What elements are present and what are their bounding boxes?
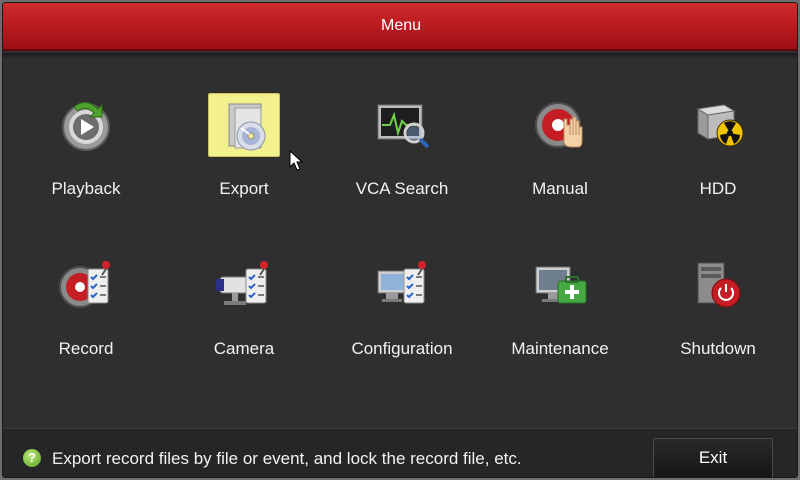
menu-item-manual[interactable]: Manual [485,63,635,213]
menu-title: Menu [3,3,797,51]
menu-item-label: Shutdown [680,339,756,358]
menu-item-label: HDD [699,179,737,198]
menu-item-label: Playback [51,179,121,198]
menu-item-configuration[interactable]: Configuration [327,223,477,373]
help-icon: ? [23,449,41,467]
menu-item-label: Record [58,339,114,358]
vca-search-icon [366,93,438,157]
menu-item-label: Configuration [351,339,453,358]
menu-item-vca-search[interactable]: VCA Search [327,63,477,213]
menu-item-playback[interactable]: Playback [11,63,161,213]
menu-item-hdd[interactable]: HDD [643,63,793,213]
menu-item-camera[interactable]: Camera [169,223,319,373]
menu-item-label: Export [219,179,269,198]
menu-item-maintenance[interactable]: Maintenance [485,223,635,373]
menu-item-label: Manual [532,179,588,198]
camera-icon [208,253,280,317]
status-bar: ? Export record files by file or event, … [3,428,797,477]
menu-item-export[interactable]: Export [169,63,319,213]
menu-item-shutdown[interactable]: Shutdown [643,223,793,373]
mouse-cursor-icon [289,150,303,171]
manual-record-icon [524,93,596,157]
shutdown-icon [682,253,754,317]
title-divider [3,53,797,59]
menu-item-label: Camera [213,339,275,358]
maintenance-icon [524,253,596,317]
exit-button[interactable]: Exit [653,438,773,477]
menu-window: Menu Playback Export VCA Search Manual H… [2,2,798,478]
menu-item-label: Maintenance [511,339,609,358]
export-icon [208,93,280,157]
playback-icon [50,93,122,157]
help-text: Export record files by file or event, an… [52,449,522,468]
menu-item-label: VCA Search [355,179,449,198]
menu-item-record[interactable]: Record [11,223,161,373]
configuration-icon [366,253,438,317]
hdd-icon [682,93,754,157]
record-icon [50,253,122,317]
